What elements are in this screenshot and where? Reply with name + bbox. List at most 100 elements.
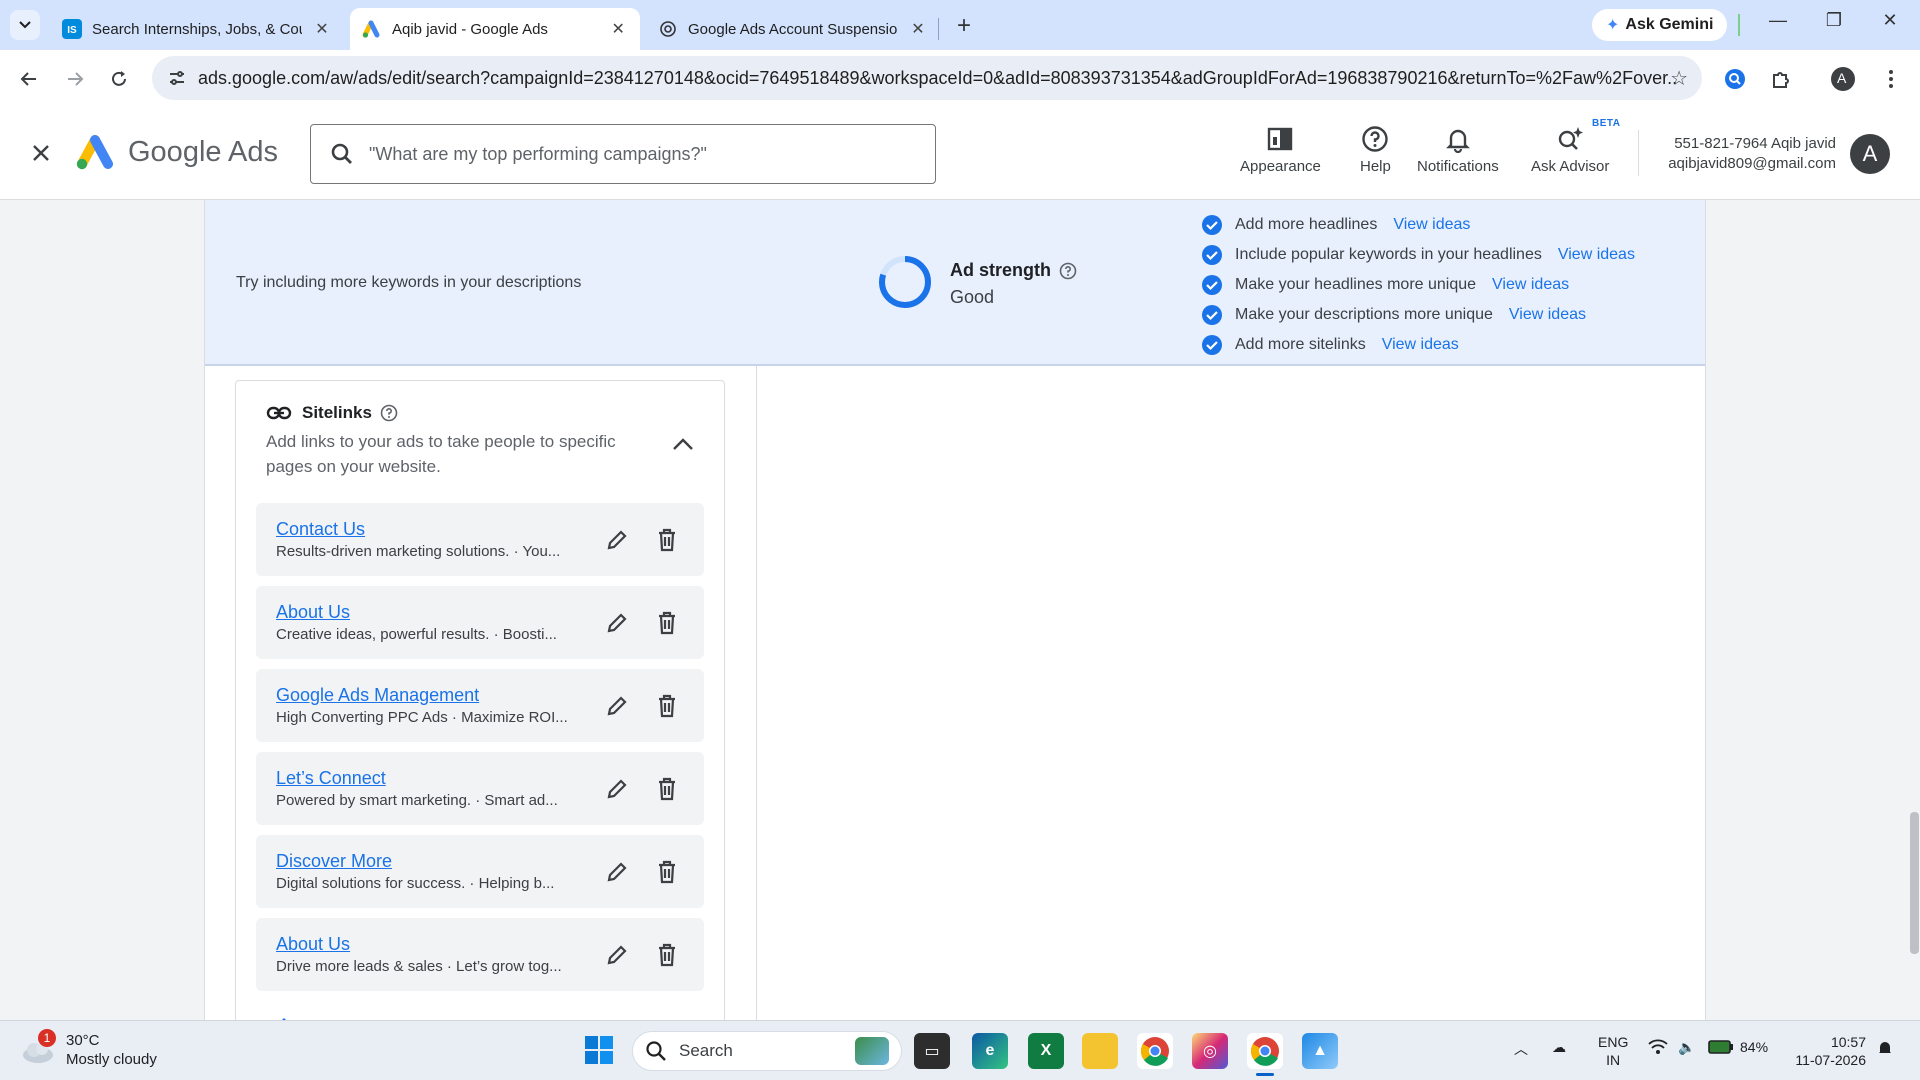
edit-pencil-icon[interactable] bbox=[602, 525, 632, 555]
view-ideas-link[interactable]: View ideas bbox=[1393, 216, 1470, 234]
sitelink-item[interactable]: About Us Drive more leads & sales · Let’… bbox=[256, 918, 704, 991]
chrome-icon[interactable] bbox=[1137, 1033, 1173, 1069]
chrome-menu-icon[interactable] bbox=[1876, 64, 1906, 94]
checklist-item: Add more headlines View ideas bbox=[1201, 210, 1635, 240]
sitelink-item[interactable]: Contact Us Results-driven marketing solu… bbox=[256, 503, 704, 576]
header-item-label: Help bbox=[1360, 158, 1391, 175]
ad-strength-ring bbox=[879, 256, 931, 308]
sitelink-title-link[interactable]: About Us bbox=[276, 934, 350, 955]
view-ideas-link[interactable]: View ideas bbox=[1382, 336, 1459, 354]
delete-trash-icon[interactable] bbox=[652, 525, 682, 555]
tab-internshala[interactable]: IS Search Internships, Jobs, & Cou ✕ bbox=[50, 8, 344, 50]
appearance-icon bbox=[1266, 122, 1294, 156]
sitelink-item[interactable]: Discover More Digital solutions for succ… bbox=[256, 835, 704, 908]
taskbar-search[interactable]: Search bbox=[632, 1031, 902, 1071]
address-bar[interactable]: ads.google.com/aw/ads/edit/search?campai… bbox=[152, 56, 1702, 100]
delete-trash-icon[interactable] bbox=[652, 857, 682, 887]
tab-search-button[interactable] bbox=[10, 10, 40, 40]
column-divider bbox=[756, 366, 757, 1020]
edge-icon[interactable]: e bbox=[972, 1033, 1008, 1069]
collapse-section-button[interactable] bbox=[668, 429, 698, 459]
volume-icon[interactable]: 🔈 bbox=[1678, 1039, 1695, 1056]
sitelink-title-link[interactable]: Let’s Connect bbox=[276, 768, 386, 789]
wifi-icon[interactable] bbox=[1648, 1039, 1668, 1058]
account-info[interactable]: 551-821-7964 Aqib javid aqibjavid809@gma… bbox=[1658, 134, 1836, 174]
gemini-sparkle-icon: ✦ bbox=[1606, 17, 1620, 34]
chrome-profile-icon[interactable] bbox=[1247, 1033, 1283, 1069]
input-language[interactable]: ENG IN bbox=[1598, 1033, 1628, 1069]
tab-chatgpt[interactable]: Google Ads Account Suspensio ✕ bbox=[646, 8, 940, 50]
view-ideas-link[interactable]: View ideas bbox=[1492, 276, 1569, 294]
edit-pencil-icon[interactable] bbox=[602, 608, 632, 638]
url-text: ads.google.com/aw/ads/edit/search?campai… bbox=[198, 67, 1678, 88]
forward-icon[interactable] bbox=[60, 64, 90, 94]
avatar[interactable]: A bbox=[1850, 134, 1890, 174]
tab-title: Google Ads Account Suspensio bbox=[688, 20, 898, 38]
close-editor-icon[interactable] bbox=[26, 138, 56, 168]
help-icon[interactable] bbox=[380, 404, 398, 422]
google-ads-icon bbox=[362, 19, 382, 39]
view-ideas-link[interactable]: View ideas bbox=[1558, 246, 1635, 264]
new-tab-button[interactable]: + bbox=[950, 12, 978, 40]
edit-pencil-icon[interactable] bbox=[602, 774, 632, 804]
help-button[interactable]: Help bbox=[1360, 122, 1391, 175]
openai-icon bbox=[658, 19, 678, 39]
windows-start-icon[interactable] bbox=[584, 1035, 614, 1065]
back-icon[interactable] bbox=[14, 64, 44, 94]
page-scrollbar[interactable] bbox=[1910, 812, 1919, 954]
excel-icon[interactable]: X bbox=[1028, 1033, 1064, 1069]
site-info-icon[interactable] bbox=[162, 63, 192, 93]
sitelink-title-link[interactable]: Google Ads Management bbox=[276, 685, 479, 706]
weather-temperature: 30°C bbox=[66, 1032, 100, 1049]
checklist-item: Make your headlines more unique View ide… bbox=[1201, 270, 1635, 300]
date-text: 11-07-2026 bbox=[1795, 1052, 1866, 1068]
file-explorer-icon[interactable] bbox=[1082, 1033, 1118, 1069]
restore-icon[interactable]: ❐ bbox=[1814, 10, 1854, 31]
edit-pencil-icon[interactable] bbox=[602, 691, 632, 721]
sitelink-item[interactable]: Google Ads Management High Converting PP… bbox=[256, 669, 704, 742]
sitelink-item[interactable]: Let’s Connect Powered by smart marketing… bbox=[256, 752, 704, 825]
minimize-icon[interactable]: — bbox=[1758, 10, 1798, 31]
notifications-button[interactable]: Notifications bbox=[1417, 122, 1499, 175]
google-ads-logo[interactable]: Google Ads bbox=[74, 134, 278, 170]
system-clock[interactable]: 10:57 11-07-2026 bbox=[1786, 1033, 1866, 1069]
sitelink-title-link[interactable]: Discover More bbox=[276, 851, 392, 872]
sitelinks-description: Add links to your ads to take people to … bbox=[266, 432, 616, 476]
ask-gemini-button[interactable]: ✦ Ask Gemini bbox=[1592, 9, 1728, 41]
extensions-puzzle-icon[interactable] bbox=[1766, 64, 1796, 94]
edit-pencil-icon[interactable] bbox=[602, 857, 632, 887]
ask-advisor-button[interactable]: Ask Advisor bbox=[1531, 122, 1609, 175]
weather-widget[interactable]: 1 30°C Mostly cloudy bbox=[20, 1029, 157, 1069]
sitelink-title-link[interactable]: About Us bbox=[276, 602, 350, 623]
close-window-icon[interactable]: ✕ bbox=[1870, 10, 1910, 31]
chevron-up-icon[interactable]: ︿ bbox=[1514, 1039, 1528, 1059]
task-view-icon[interactable]: ▭ bbox=[914, 1033, 950, 1069]
close-tab-icon[interactable]: ✕ bbox=[312, 19, 332, 39]
ads-search-box[interactable]: "What are my top performing campaigns?" bbox=[310, 124, 936, 184]
delete-trash-icon[interactable] bbox=[652, 608, 682, 638]
notification-bell-icon[interactable] bbox=[1876, 1039, 1894, 1060]
link-icon bbox=[266, 406, 292, 420]
checklist-text: Make your descriptions more unique bbox=[1235, 306, 1493, 323]
appearance-button[interactable]: Appearance bbox=[1240, 122, 1321, 175]
onedrive-cloud-icon[interactable]: ☁ bbox=[1552, 1039, 1566, 1056]
edit-pencil-icon[interactable] bbox=[602, 940, 632, 970]
sitelink-title-link[interactable]: Contact Us bbox=[276, 519, 365, 540]
delete-trash-icon[interactable] bbox=[652, 691, 682, 721]
tab-google-ads[interactable]: Aqib javid - Google Ads ✕ bbox=[350, 8, 640, 50]
sitelink-item[interactable]: About Us Creative ideas, powerful result… bbox=[256, 586, 704, 659]
instagram-icon[interactable]: ◎ bbox=[1192, 1033, 1228, 1069]
view-ideas-link[interactable]: View ideas bbox=[1509, 306, 1586, 324]
close-tab-icon[interactable]: ✕ bbox=[908, 19, 928, 39]
gemini-label: Ask Gemini bbox=[1625, 16, 1714, 33]
extension-lens-icon[interactable] bbox=[1720, 64, 1750, 94]
bookmark-star-icon[interactable]: ☆ bbox=[1670, 66, 1688, 91]
photos-icon[interactable]: ▲ bbox=[1302, 1033, 1338, 1069]
delete-trash-icon[interactable] bbox=[652, 774, 682, 804]
sitelink-description: Drive more leads & sales · Let’s grow to… bbox=[276, 958, 562, 975]
help-icon[interactable] bbox=[1059, 262, 1077, 280]
delete-trash-icon[interactable] bbox=[652, 940, 682, 970]
battery-indicator[interactable]: 84% bbox=[1708, 1039, 1768, 1055]
close-tab-icon[interactable]: ✕ bbox=[608, 19, 628, 39]
reload-icon[interactable] bbox=[104, 64, 134, 94]
